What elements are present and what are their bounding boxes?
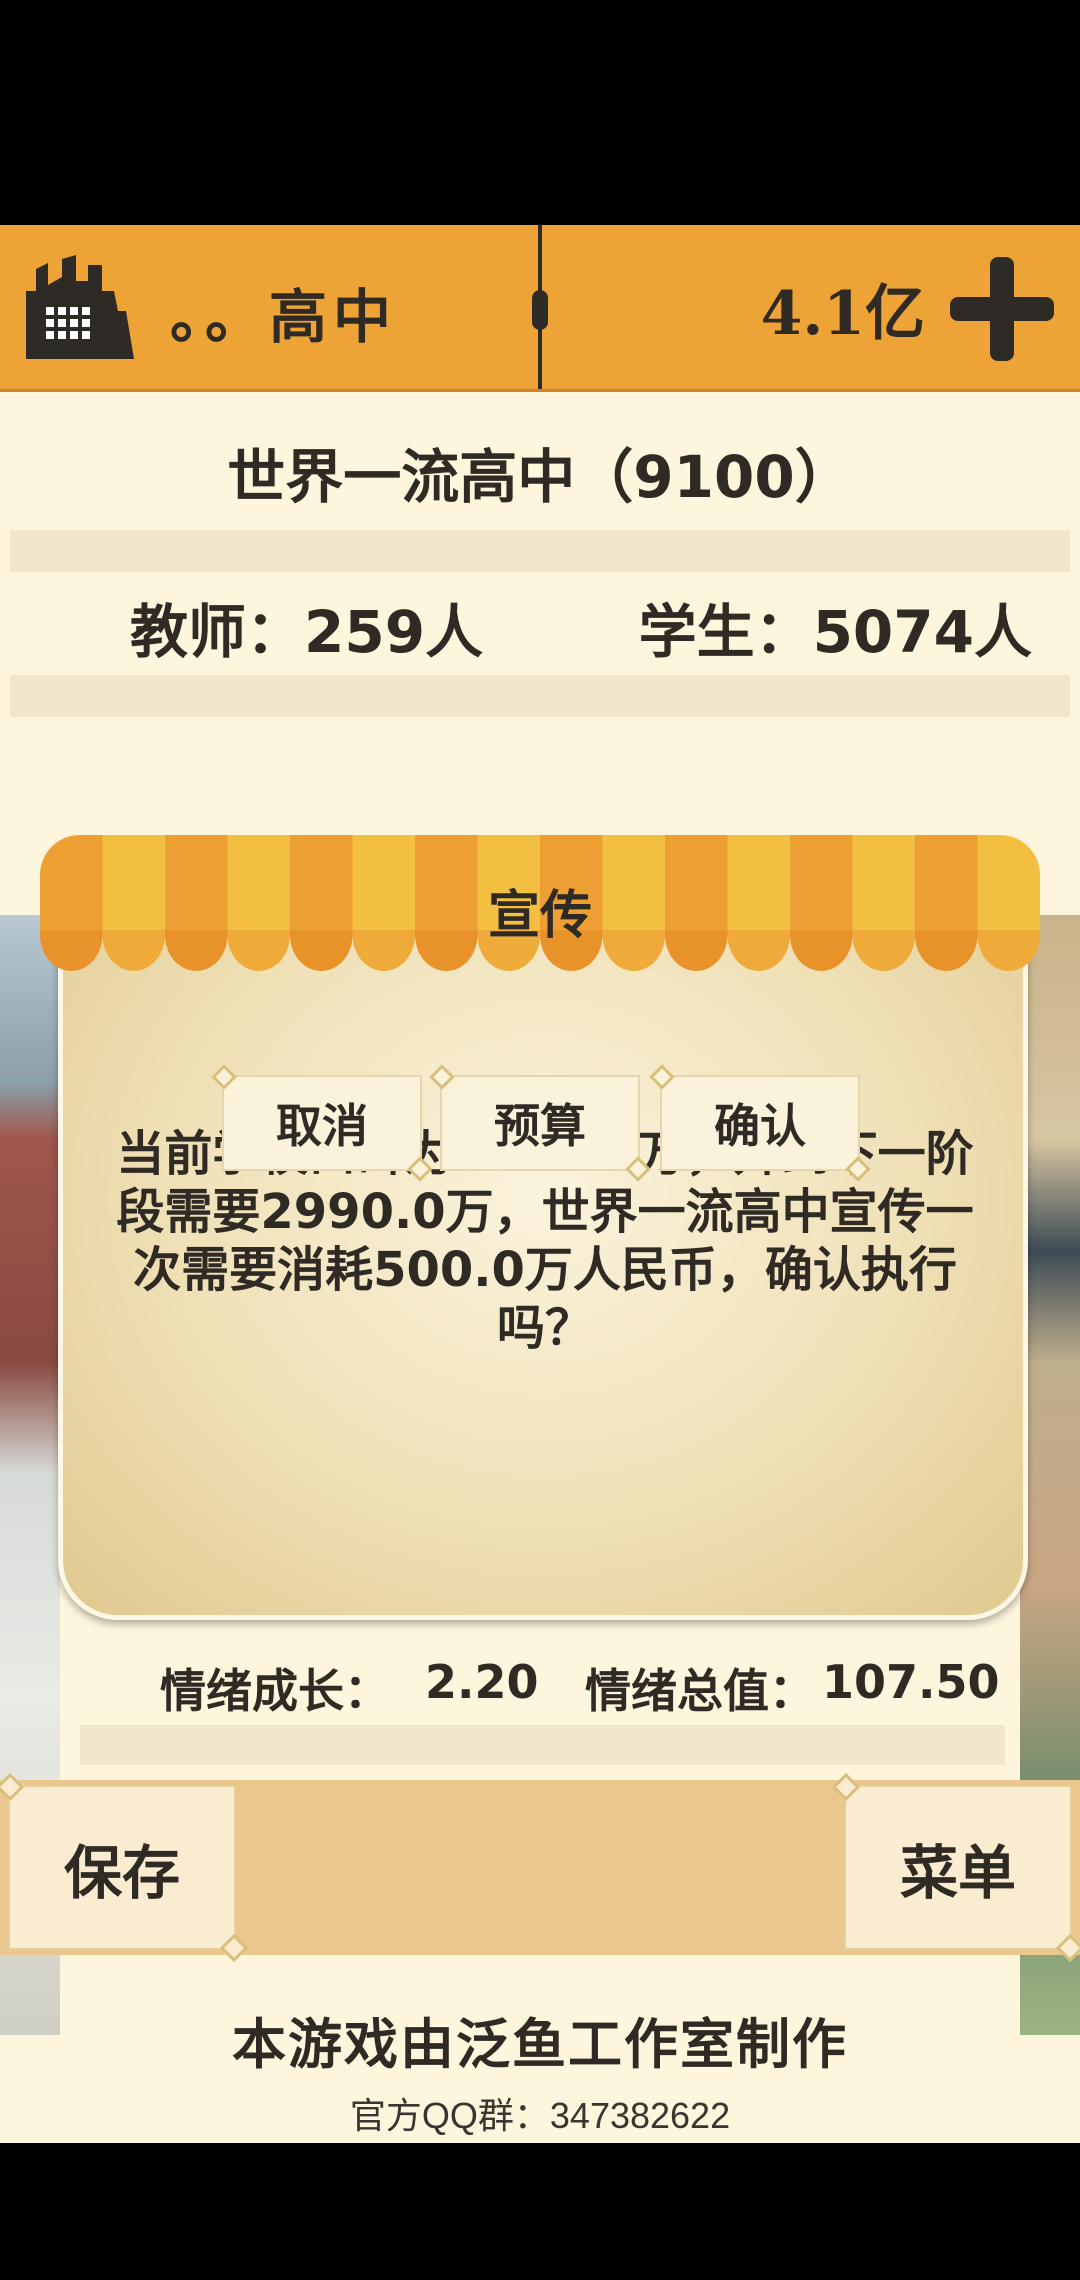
menu-button[interactable]: 菜单 xyxy=(844,1785,1072,1950)
divider-stripe xyxy=(80,1725,1005,1765)
school-rank: 世界一流高中（9100） xyxy=(227,443,853,511)
divider-stripe xyxy=(10,530,1070,572)
cancel-button[interactable]: 取消 xyxy=(222,1075,422,1171)
game-screen: 。。高中 4.1亿 世界一流高中（9100） 教师：259人 学生：5074人 … xyxy=(0,225,1080,2143)
emotion-growth-value: 2.20 xyxy=(425,1655,539,1709)
divider-knob xyxy=(532,290,548,330)
emotion-growth-label: 情绪成长： xyxy=(160,1664,390,1718)
qq-group-info: 官方QQ群：347382622 xyxy=(349,2095,731,2136)
emotion-total-value: 107.50 xyxy=(822,1655,1000,1709)
dialog-title: 宣传 xyxy=(487,886,592,946)
studio-credits: 本游戏由泛鱼工作室制作 xyxy=(232,2013,848,2076)
divider-stripe xyxy=(10,675,1070,717)
top-bar: 。。高中 4.1亿 xyxy=(0,225,1080,392)
school-name: 。。高中 xyxy=(170,283,398,351)
budget-button[interactable]: 预算 xyxy=(440,1075,640,1171)
money-display: 4.1亿 xyxy=(760,279,925,349)
student-count: 学生：5074人 xyxy=(638,598,1032,666)
teacher-count: 教师：259人 xyxy=(130,598,484,666)
plus-icon[interactable] xyxy=(946,253,1058,365)
school-building-icon[interactable] xyxy=(22,251,142,363)
emotion-total-label: 情绪总值： xyxy=(585,1664,815,1718)
promotion-dialog: 宣传 当前学校口碑为4010.0万，升到下一阶段需要2990.0万，世界一流高中… xyxy=(40,835,1040,1625)
confirm-button[interactable]: 确认 xyxy=(660,1075,860,1171)
save-button[interactable]: 保存 xyxy=(8,1785,236,1950)
